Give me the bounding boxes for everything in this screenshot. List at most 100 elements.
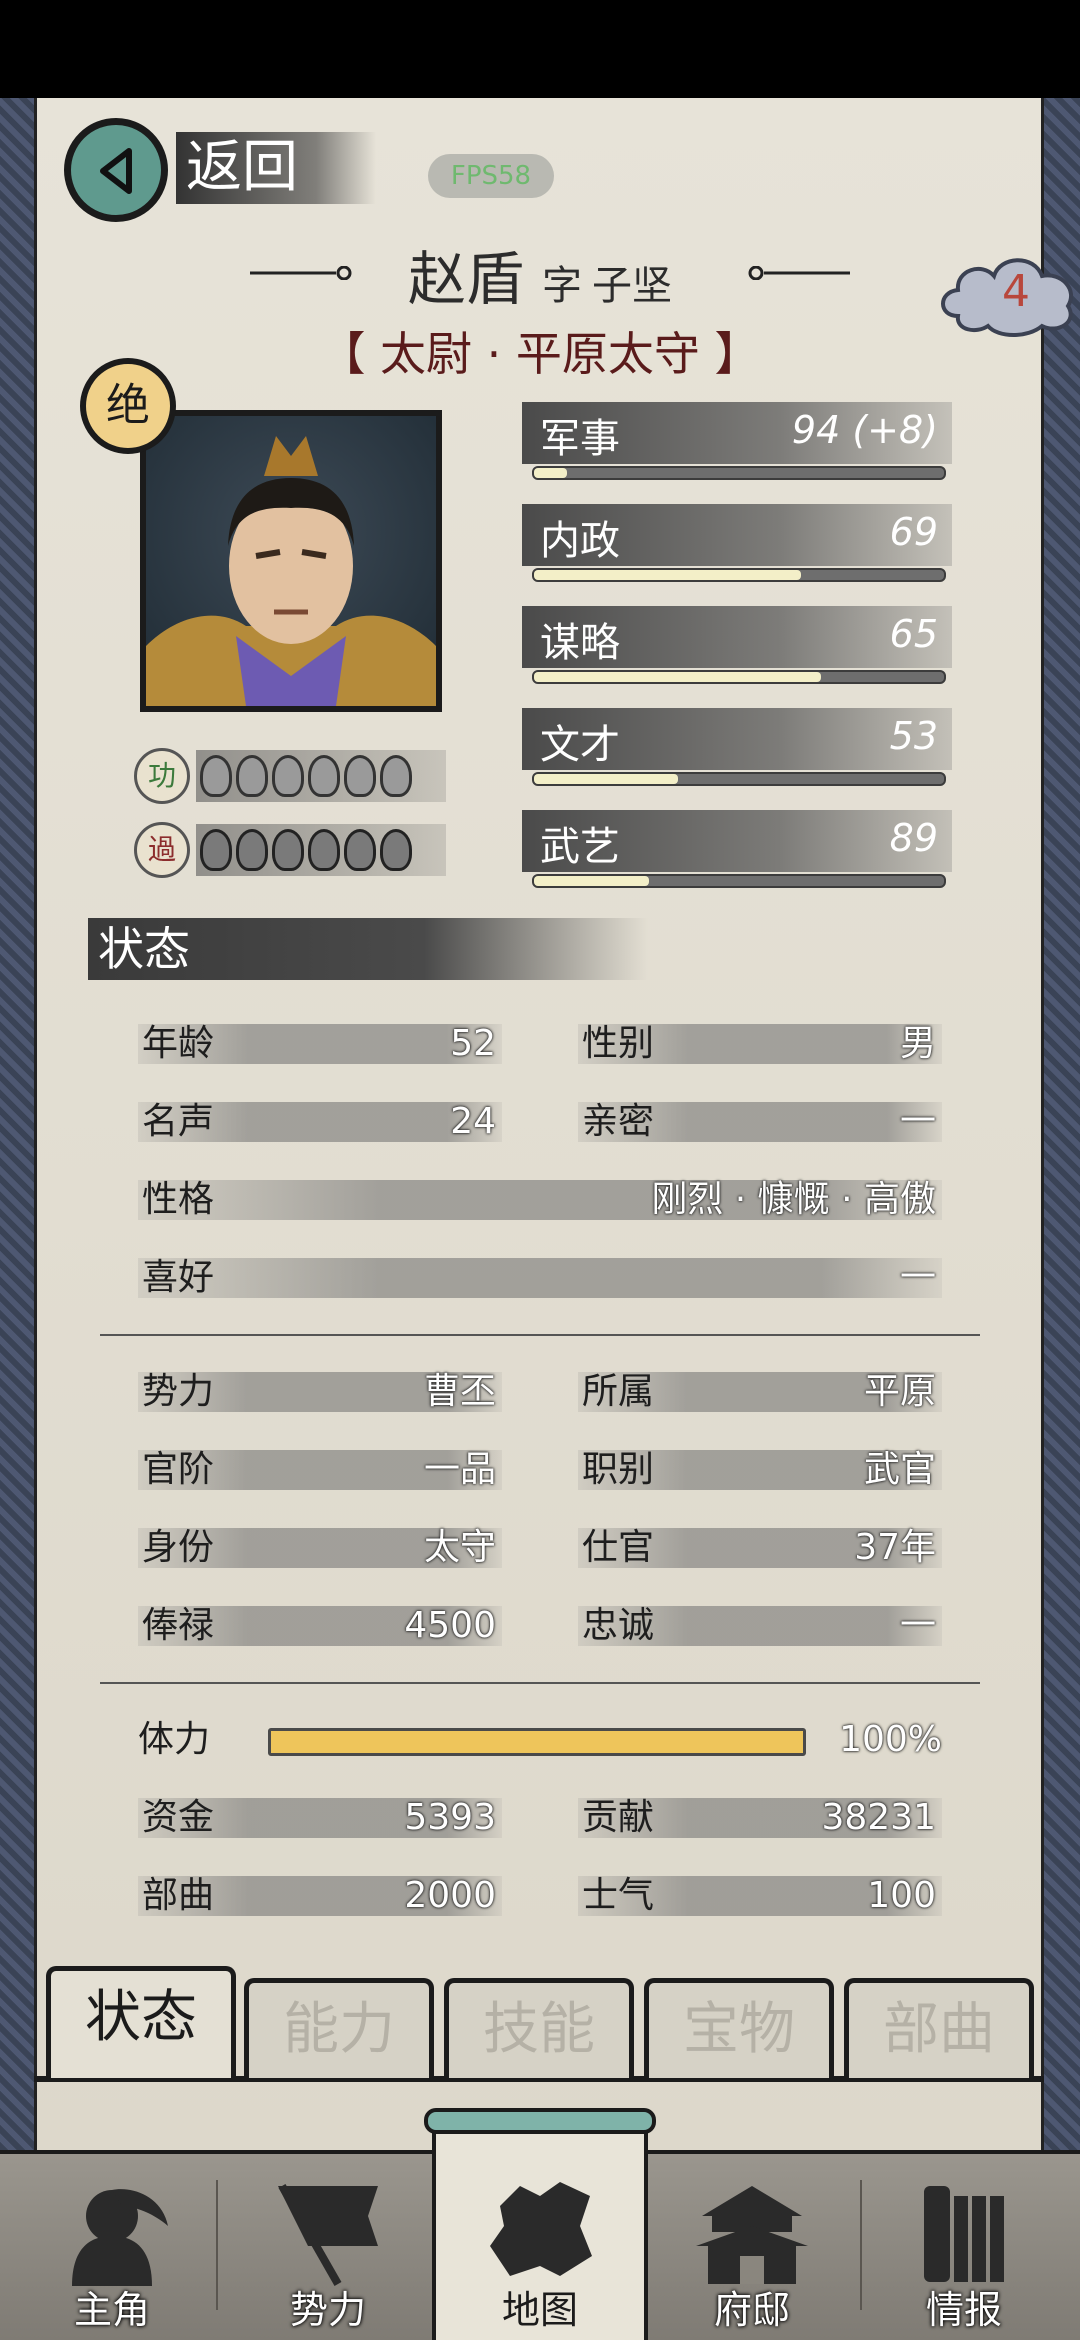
character-name: 赵盾 bbox=[407, 245, 524, 313]
label: 俸禄 bbox=[142, 1605, 215, 1646]
stat-name: 谋略 bbox=[540, 620, 620, 666]
stat-value: 53 bbox=[889, 714, 938, 758]
label: 仕官 bbox=[582, 1527, 655, 1568]
row-post: 职别 武官 bbox=[578, 1448, 942, 1492]
stat-track bbox=[532, 568, 946, 582]
merit-token-icon bbox=[200, 755, 232, 797]
value: 2000 bbox=[404, 1875, 496, 1916]
value: 100 bbox=[867, 1875, 936, 1916]
value: 38231 bbox=[821, 1797, 936, 1838]
nav-residence[interactable]: 府邸 bbox=[654, 2150, 850, 2340]
label: 所属 bbox=[582, 1371, 655, 1412]
label: 士气 bbox=[582, 1875, 655, 1916]
nav-map[interactable]: 地图 bbox=[442, 2150, 638, 2340]
label: 性别 bbox=[582, 1023, 655, 1064]
value: 男 bbox=[899, 1023, 936, 1064]
courtesy-name: 子坚 bbox=[592, 263, 672, 309]
stamina-value: 100% bbox=[839, 1719, 942, 1760]
stat-name: 内政 bbox=[540, 518, 620, 564]
stat-track bbox=[532, 874, 946, 888]
cloud-count: 4 bbox=[1002, 266, 1030, 317]
merit-icon: 功 bbox=[134, 748, 190, 804]
back-button[interactable]: 返回 bbox=[64, 118, 376, 222]
fault-token-icon bbox=[236, 829, 268, 871]
value: 刚烈 · 慷慨 · 高傲 bbox=[651, 1179, 936, 1220]
nav-protagonist[interactable]: 主角 bbox=[14, 2150, 210, 2340]
back-arrow-icon bbox=[64, 118, 168, 222]
nav-separator bbox=[860, 2180, 862, 2310]
stat-name: 军事 bbox=[540, 416, 620, 462]
merit-track bbox=[196, 750, 446, 802]
value: 一 bbox=[899, 1101, 936, 1142]
general-portrait-icon bbox=[146, 436, 436, 706]
stamina-fill bbox=[271, 1731, 803, 1753]
row-identity: 身份 太守 bbox=[138, 1526, 502, 1570]
value: 太守 bbox=[423, 1527, 496, 1568]
stat-fill bbox=[534, 570, 801, 580]
row-belong: 所属 平原 bbox=[578, 1370, 942, 1414]
row-intimacy: 亲密 一 bbox=[578, 1100, 942, 1144]
nav-label: 地图 bbox=[501, 2288, 578, 2332]
nav-label: 势力 bbox=[289, 2288, 366, 2332]
stamina-label: 体力 bbox=[138, 1719, 211, 1760]
label: 性格 bbox=[142, 1179, 215, 1220]
label: 职别 bbox=[582, 1449, 655, 1490]
protagonist-icon bbox=[72, 2189, 168, 2286]
stat-track bbox=[532, 670, 946, 684]
tab-treasure[interactable]: 宝物 bbox=[644, 1978, 834, 2078]
row-gender: 性别 男 bbox=[578, 1022, 942, 1066]
back-label: 返回 bbox=[176, 132, 376, 204]
character-portrait bbox=[140, 410, 442, 712]
stat-track bbox=[532, 466, 946, 480]
fault-icon: 過 bbox=[134, 822, 190, 878]
row-hobby: 喜好 一 bbox=[138, 1256, 942, 1300]
label: 亲密 bbox=[582, 1101, 655, 1142]
nav-label: 府邸 bbox=[713, 2288, 790, 2332]
label: 贡献 bbox=[582, 1797, 655, 1838]
fault-token-icon bbox=[308, 829, 340, 871]
fault-track bbox=[196, 824, 446, 876]
stat-value: 69 bbox=[889, 510, 938, 554]
row-morale: 士气 100 bbox=[578, 1874, 942, 1918]
tab-skills[interactable]: 技能 bbox=[444, 1978, 634, 2078]
scroll-roll-icon bbox=[424, 2108, 656, 2134]
label: 名声 bbox=[142, 1101, 215, 1142]
label: 年龄 bbox=[142, 1023, 215, 1064]
rank-badge: 绝 bbox=[80, 358, 176, 454]
nav-separator bbox=[216, 2180, 218, 2310]
stamina-bar bbox=[268, 1728, 806, 1756]
tab-status[interactable]: 状态 bbox=[46, 1966, 236, 2078]
courtesy-prefix: 字 bbox=[542, 263, 582, 309]
character-title: 【 太尉 · 平原太守 】 bbox=[319, 327, 761, 381]
label: 身份 bbox=[142, 1527, 215, 1568]
nav-intel[interactable]: 情报 bbox=[866, 2150, 1062, 2340]
divider bbox=[100, 1682, 980, 1684]
label: 势力 bbox=[142, 1371, 215, 1412]
stat-fill bbox=[534, 876, 649, 886]
status-section-title: 状态 bbox=[98, 922, 190, 976]
fault-token-icon bbox=[344, 829, 376, 871]
value: 一 bbox=[899, 1605, 936, 1646]
stat-value: 65 bbox=[889, 612, 938, 656]
fps-counter: FPS58 bbox=[428, 154, 554, 198]
fault-token-icon bbox=[200, 829, 232, 871]
tab-ability[interactable]: 能力 bbox=[244, 1978, 434, 2078]
nav-label: 主角 bbox=[73, 2288, 150, 2332]
merit-token-icon bbox=[344, 755, 376, 797]
value: 5393 bbox=[404, 1797, 496, 1838]
stat-value: 89 bbox=[889, 816, 938, 860]
stat-fill bbox=[534, 672, 821, 682]
tab-troops[interactable]: 部曲 bbox=[844, 1978, 1034, 2078]
merit-token-icon bbox=[236, 755, 268, 797]
value: 37年 bbox=[854, 1527, 936, 1568]
scroll-icon bbox=[924, 2186, 1004, 2282]
value: 武官 bbox=[863, 1449, 936, 1490]
nav-label: 情报 bbox=[925, 2288, 1002, 2332]
stat-martial: 武艺 89 bbox=[522, 810, 952, 898]
row-rank: 官阶 一品 bbox=[138, 1448, 502, 1492]
stat-politics: 内政 69 bbox=[522, 504, 952, 592]
stat-literary: 文才 53 bbox=[522, 708, 952, 796]
row-salary: 俸禄 4500 bbox=[138, 1604, 502, 1648]
stat-name: 武艺 bbox=[540, 824, 620, 870]
nav-faction[interactable]: 势力 bbox=[230, 2150, 426, 2340]
